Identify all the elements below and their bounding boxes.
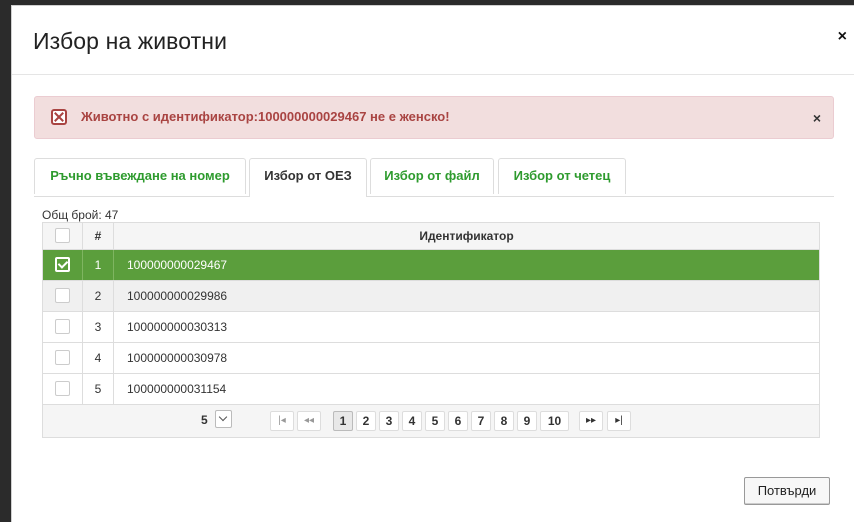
tab-file[interactable]: Избор от файл — [370, 158, 494, 194]
row-checkbox[interactable] — [55, 381, 70, 396]
row-number: 3 — [83, 312, 114, 342]
page-button[interactable]: 4 — [402, 411, 422, 431]
prev-page-button[interactable]: ◂◂ — [297, 411, 321, 431]
row-check-cell — [43, 250, 83, 280]
header-check-cell — [43, 223, 83, 249]
last-page-button[interactable]: ▸| — [607, 411, 631, 431]
tab-manual-entry[interactable]: Ръчно въвеждане на номер — [34, 158, 246, 194]
row-number: 1 — [83, 250, 114, 280]
pager: 5 |◂ ◂◂ 1 2 3 4 5 6 7 8 9 10 ▸▸ ▸| — [43, 405, 819, 437]
page-size-value: 5 — [201, 413, 208, 427]
modal-title: Избор на животни — [33, 28, 228, 54]
row-check-cell — [43, 312, 83, 342]
row-check-cell — [43, 343, 83, 373]
table-row[interactable]: 4 100000000030978 — [43, 343, 819, 374]
error-alert: Животно с идентификатор:100000000029467 … — [34, 96, 834, 139]
tab-bar: Ръчно въвеждане на номер Избор от ОЕЗ Из… — [34, 156, 834, 197]
next-page-button[interactable]: ▸▸ — [579, 411, 603, 431]
alert-close-icon[interactable]: × — [813, 110, 821, 126]
row-identifier: 100000000029467 — [127, 258, 228, 272]
page-button[interactable]: 9 — [517, 411, 537, 431]
close-icon[interactable]: × — [838, 28, 847, 46]
page-button[interactable]: 10 — [540, 411, 569, 431]
chevron-down-icon[interactable] — [215, 410, 232, 428]
error-icon — [51, 109, 67, 125]
page-button[interactable]: 1 — [333, 411, 353, 431]
row-check-cell — [43, 374, 83, 404]
table-row[interactable]: 2 100000000029986 — [43, 281, 819, 312]
page-button[interactable]: 8 — [494, 411, 514, 431]
row-number: 4 — [83, 343, 114, 373]
row-identifier: 100000000030313 — [127, 320, 228, 334]
tab-reader[interactable]: Избор от четец — [498, 158, 626, 194]
page-button[interactable]: 2 — [356, 411, 376, 431]
row-checkbox[interactable] — [55, 257, 70, 272]
table-row[interactable]: 5 100000000031154 — [43, 374, 819, 405]
animals-grid: # Идентификатор 1 100000000029467 2 1000… — [42, 222, 820, 438]
row-number: 5 — [83, 374, 114, 404]
column-header-id[interactable]: Идентификатор — [114, 223, 819, 249]
row-checkbox[interactable] — [55, 350, 70, 365]
alert-message: Животно с идентификатор:100000000029467 … — [81, 109, 450, 124]
page-button[interactable]: 7 — [471, 411, 491, 431]
page-button[interactable]: 6 — [448, 411, 468, 431]
total-count: Общ брой: 47 — [42, 208, 119, 222]
row-checkbox[interactable] — [55, 319, 70, 334]
page-button[interactable]: 3 — [379, 411, 399, 431]
grid-header: # Идентификатор — [43, 223, 819, 250]
table-row[interactable]: 1 100000000029467 — [43, 250, 819, 281]
tab-oez[interactable]: Избор от ОЕЗ — [249, 158, 367, 197]
select-all-checkbox[interactable] — [55, 228, 70, 243]
row-identifier: 100000000030978 — [127, 351, 228, 365]
row-identifier: 100000000031154 — [127, 382, 227, 396]
table-row[interactable]: 3 100000000030313 — [43, 312, 819, 343]
row-identifier: 100000000029986 — [127, 289, 228, 303]
row-number: 2 — [83, 281, 114, 311]
first-page-button[interactable]: |◂ — [270, 411, 294, 431]
modal-header: Избор на животни × — [12, 6, 854, 75]
page-button[interactable]: 5 — [425, 411, 445, 431]
confirm-button[interactable]: Потвърди — [744, 477, 830, 505]
row-checkbox[interactable] — [55, 288, 70, 303]
row-check-cell — [43, 281, 83, 311]
column-header-num: # — [83, 223, 114, 249]
